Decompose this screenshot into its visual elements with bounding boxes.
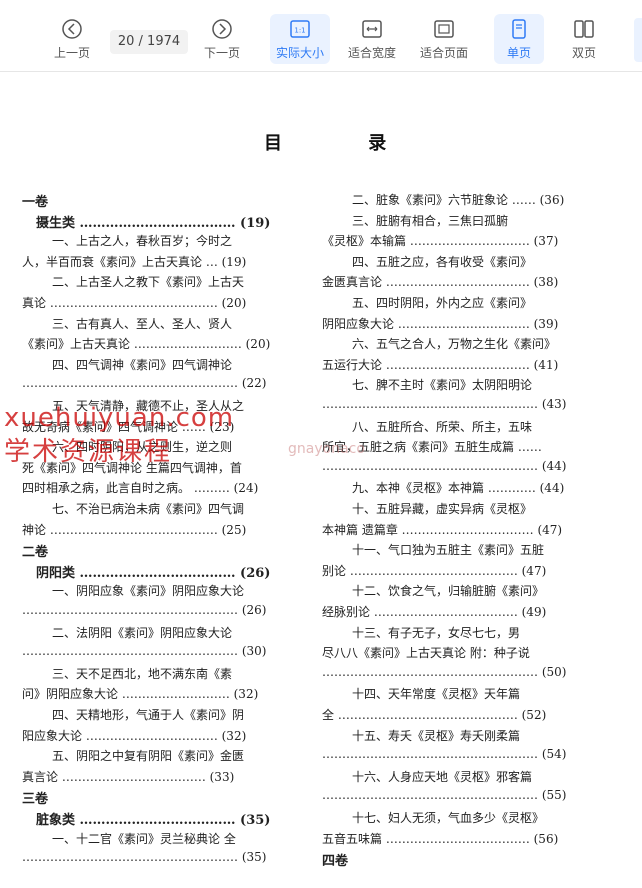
left_column-entry-line: 五、阴阳之中复有阴阳《素问》金匮 [52, 749, 245, 764]
next-page-button[interactable]: 下一页 [192, 18, 252, 61]
right_column-entry-line: 金匮真言论 ……………………………… (38) [322, 275, 559, 290]
actual-size-button[interactable]: 1:1 实际大小 [270, 14, 330, 64]
left_column-entry-line: 七、不治已病治未病《素问》四气调 [52, 502, 245, 516]
right_column-entry-line: 阴阳应象大论 …………………………… (39) [322, 316, 559, 331]
double-page-label: 双页 [571, 46, 596, 60]
chevron-right-circle-icon [212, 19, 232, 39]
left_column-entry-line: ……………………………………………… (30) [22, 644, 267, 659]
right_column-entry-line: 五运行大论 ……………………………… (41) [322, 357, 559, 372]
left_column-entry-line: 人，半百而衰《素问》上古天真论 … (19) [22, 254, 247, 269]
right_column-entry-line: 本神篇 遗篇章 …………………………… (47) [322, 522, 563, 537]
fit-page-icon [434, 20, 454, 38]
right_column-entry-line: ……………………………………………… (50) [322, 664, 567, 679]
left_column-entry-line: 四时相承之病，此言自时之病。 ……… (24) [22, 481, 259, 496]
left_column-entry-line: 真言论 ……………………………… (33) [22, 769, 235, 784]
page-title: 目 录 [264, 133, 427, 154]
left_column-vol-line: 三卷 [22, 792, 49, 808]
left_column-entry-line: ……………………………………………… (26) [22, 603, 267, 617]
svg-text:1:1: 1:1 [294, 27, 305, 35]
single-page-button[interactable]: 单页 [494, 14, 544, 64]
single-page-label: 单页 [506, 46, 531, 60]
right_column-entry-line: 十七、妇人无须，气血多少《灵枢》 [352, 811, 545, 825]
right_column-entry-line: 六、五气之合人，万物之生化《素问》 [352, 337, 557, 352]
prev-page-label: 上一页 [53, 46, 90, 60]
left_column-entry-line: 四、天精地形，气通于人《素问》阴 [52, 708, 245, 722]
right_column-entry-line: 九、本神《灵枢》本神篇 ………… (44) [352, 481, 565, 496]
left_column-entry-line: 三、古有真人、至人、圣人、贤人 [52, 316, 233, 331]
left_column-entry-line: 二、上古圣人之教下《素问》上古天 [52, 275, 245, 290]
left_column-entry-line: 真论 …………………………………… (20) [22, 296, 247, 310]
right_column-entry-line: ……………………………………………… (44) [322, 458, 567, 473]
right_column-entry-line: 别论 …………………………………… (47) [322, 563, 547, 578]
double-page-icon [574, 20, 594, 38]
right_column-entry-line: 十一、气口独为五脏主《素问》五脏 [352, 543, 545, 558]
actual-size-label: 实际大小 [275, 46, 324, 60]
right_column-entry-line: 十三、有子无子，女尽七七，男 [352, 625, 521, 640]
left_column-cat-line: 脏象类 ……………………………… (35) [36, 813, 271, 828]
viewer-toolbar: 上一页 20 / 1974 下一页 1:1 实际大小 适合宽度 适合页面 单页 … [0, 0, 642, 72]
left_column-cat-line: 摄生类 ……………………………… (19) [36, 215, 271, 231]
right_column-entry-line: 《灵枢》本输篇 ………………………… (37) [322, 234, 559, 249]
right_column-entry-line: 五音五味篇 ……………………………… (56) [322, 831, 559, 846]
left_column-entry-line: 神论 …………………………………… (25) [22, 522, 247, 537]
actual-size-icon: 1:1 [290, 20, 310, 38]
right_column-entry-line: 十二、饮食之气，归输脏腑《素问》 [352, 584, 545, 599]
left_column-entry-line: 问》阴阳应象大论 ……………………… (32) [22, 687, 259, 702]
chevron-left-circle-icon [62, 19, 82, 39]
right_column-entry-line: 三、脏腑有相合，三焦曰孤腑 [352, 213, 509, 228]
right_column-entry-line: 十六、人身应天地《灵枢》邪客篇 [352, 769, 533, 784]
left_column-entry-line: ……………………………………………… (22) [22, 376, 267, 391]
fit-width-label: 适合宽度 [347, 46, 396, 60]
left_column-entry-line: 一、十二官《素问》灵兰秘典论 全 [52, 831, 236, 846]
overflow-toolbar-tab[interactable] [634, 18, 642, 62]
left_column-cat-line: 阴阳类 ……………………………… (26) [36, 565, 271, 581]
right_column-entry-line: 二、脏象《素问》六节脏象论 …… (36) [352, 193, 565, 207]
left_column-entry-line: 一、上古之人，春秋百岁；今时之 [52, 234, 233, 249]
right_column-entry-line: ……………………………………………… (43) [322, 397, 567, 411]
prev-page-button[interactable]: 上一页 [42, 18, 102, 61]
right_column-entry-line: 十、五脏异藏，虚实异病《灵枢》 [352, 502, 533, 516]
right_column-entry-line: ……………………………………………… (54) [322, 747, 567, 762]
right_column-vol-line: 四卷 [322, 854, 349, 870]
right_column-entry-line: 五、四时阴阳，外内之应《素问》 [352, 296, 533, 310]
right_column-entry-line: ……………………………………………… (55) [322, 788, 567, 803]
fit-page-label: 适合页面 [419, 46, 468, 60]
fit-width-icon [362, 20, 382, 38]
watermark-text: 学术资源课程 [4, 437, 173, 467]
document-page: 目 录 一卷摄生类 ……………………………… (19) 一、上古之人，春秋百岁；今… [0, 73, 642, 888]
left_column-entry-line: 四、四气调神《素问》四气调神论 [52, 357, 233, 372]
left_column-entry-line: 阳应象大论 …………………………… (32) [22, 728, 247, 743]
fit-page-button[interactable]: 适合页面 [414, 18, 474, 61]
watermark-faint: gnayonaco [288, 441, 365, 457]
double-page-button[interactable]: 双页 [556, 18, 612, 61]
left_column-vol-line: 一卷 [22, 195, 49, 210]
right_column-entry-line: 八、五脏所合、所荣、所主，五味 [352, 419, 533, 434]
right_column-entry-line: 尽八八《素问》上古天真论 附：种子说 [322, 646, 530, 661]
page-number-input[interactable]: 20 / 1974 [110, 30, 188, 54]
left_column-entry-line: 一、阴阳应象《素问》阴阳应象大论 [52, 584, 245, 599]
left_column-entry-line: 二、法阴阳《素问》阴阳应象大论 [52, 625, 233, 640]
right_column-entry-line: 七、脾不主时《素问》太阴阳明论 [352, 378, 533, 393]
right_column-entry-line: 经脉别论 ……………………………… (49) [322, 605, 547, 619]
next-page-label: 下一页 [203, 46, 240, 60]
watermark-url: xuehuiyuan.com [4, 403, 235, 433]
fit-width-button[interactable]: 适合宽度 [342, 18, 402, 61]
right_column-entry-line: 全 ……………………………………… (52) [322, 708, 547, 722]
left_column-entry-line: 三、天不足西北，地不满东南《素 [52, 666, 233, 681]
right_column-entry-line: 十五、寿夭《灵枢》寿夭刚柔篇 [352, 728, 521, 743]
left_column-vol-line: 二卷 [22, 545, 49, 561]
left_column-entry-line: 《素问》上古天真论 ……………………… (20) [22, 337, 271, 352]
right_column-entry-line: 四、五脏之应，各有收受《素问》 [352, 254, 533, 269]
right_column-entry-line: 十四、天年常度《灵枢》天年篇 [352, 687, 521, 702]
single-page-icon [512, 19, 526, 39]
left_column-entry-line: ……………………………………………… (35) [22, 850, 267, 865]
